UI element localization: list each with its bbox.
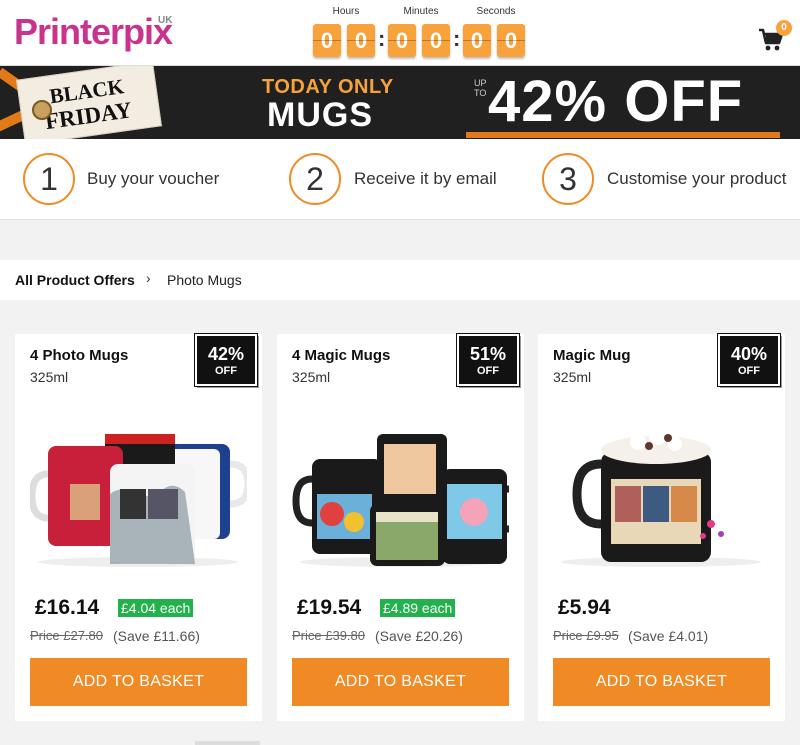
chevron-right-icon: › xyxy=(146,270,151,286)
discount-off-label: OFF xyxy=(738,365,760,377)
seconds-digit-2: 0 xyxy=(497,24,525,57)
banner-accent-bar xyxy=(466,132,780,138)
minutes-digit-1: 0 xyxy=(388,24,416,57)
timer-separator: : xyxy=(453,26,461,51)
step-number: 1 xyxy=(23,153,75,205)
printerpix-logo[interactable]: Printerpix UK xyxy=(14,12,184,52)
price-each-badge: £4.89 each xyxy=(380,599,456,617)
discount-percent: 42% xyxy=(207,344,245,364)
minutes-label: Minutes xyxy=(403,6,439,17)
logo-region: UK xyxy=(158,15,173,26)
product-card[interactable]: Magic Mug 325ml 40% OFF £5.94 Price £9.9… xyxy=(538,333,785,721)
seconds-label: Seconds xyxy=(476,6,516,17)
site-header: Printerpix UK Hours Minutes Seconds 0 0 … xyxy=(0,0,800,66)
minutes-digit-2: 0 xyxy=(422,24,450,57)
product-image[interactable] xyxy=(292,424,509,569)
next-row-edge xyxy=(195,741,260,745)
cart-count-badge: 0 xyxy=(776,20,792,36)
product-price: £16.14 xyxy=(35,596,100,619)
product-size: 325ml xyxy=(30,369,69,385)
how-it-works-steps: 1 Buy your voucher 2 Receive it by email… xyxy=(0,139,800,220)
product-card[interactable]: 4 Magic Mugs 325ml 51% OFF £19.54 £4.89 … xyxy=(277,333,524,721)
timer-separator: : xyxy=(378,26,386,51)
savings-text: (Save £20.26) xyxy=(375,628,463,644)
discount-badge: 51% OFF xyxy=(456,333,520,387)
price-each-badge: £4.04 each xyxy=(118,599,194,617)
step-number: 2 xyxy=(289,153,341,205)
breadcrumb: All Product Offers › Photo Mugs xyxy=(0,260,800,300)
breadcrumb-current: Photo Mugs xyxy=(167,272,242,288)
add-to-basket-button[interactable]: ADD TO BASKET xyxy=(553,658,770,706)
product-title[interactable]: 4 Photo Mugs xyxy=(30,347,128,364)
discount-off-label: OFF xyxy=(477,365,499,377)
step-text: Receive it by email xyxy=(354,169,497,188)
black-friday-banner[interactable]: BLACK FRIDAY TODAY ONLY MUGS UP TO 42% OF… xyxy=(0,66,800,139)
logo-wordmark: Printerpix xyxy=(14,11,173,52)
add-to-basket-button[interactable]: ADD TO BASKET xyxy=(30,658,247,706)
step-text: Buy your voucher xyxy=(87,169,220,188)
step-number: 3 xyxy=(542,153,594,205)
original-price: Price £27.80 xyxy=(30,628,103,643)
countdown-timer: Hours Minutes Seconds 0 0 : 0 0 : 0 0 xyxy=(310,4,530,57)
banner-product: MUGS xyxy=(267,96,373,134)
original-price: Price £39.80 xyxy=(292,628,365,643)
ribbon-knot xyxy=(32,100,52,120)
product-image[interactable] xyxy=(553,424,770,569)
product-price: £19.54 xyxy=(297,596,362,619)
discount-off-label: OFF xyxy=(215,365,237,377)
savings-text: (Save £11.66) xyxy=(113,628,200,644)
seconds-digit-1: 0 xyxy=(463,24,491,57)
hours-digit-2: 0 xyxy=(347,24,375,57)
discount-percent: 40% xyxy=(730,344,768,364)
banner-discount: 42% OFF xyxy=(488,69,744,134)
product-size: 325ml xyxy=(553,369,592,385)
breadcrumb-link-all-offers[interactable]: All Product Offers xyxy=(15,272,135,288)
savings-text: (Save £4.01) xyxy=(628,628,709,644)
banner-up-to: UP TO xyxy=(474,78,487,98)
product-card[interactable]: 4 Photo Mugs 325ml 42% OFF £16.14 £4.04 … xyxy=(15,333,262,721)
hours-digit-1: 0 xyxy=(313,24,341,57)
discount-badge: 42% OFF xyxy=(194,333,258,387)
original-price: Price £9.95 xyxy=(553,628,619,643)
add-to-basket-button[interactable]: ADD TO BASKET xyxy=(292,658,509,706)
product-size: 325ml xyxy=(292,369,331,385)
product-price: £5.94 xyxy=(558,596,611,619)
discount-badge: 40% OFF xyxy=(717,333,781,387)
product-image[interactable] xyxy=(30,424,247,569)
cart-button[interactable]: 0 xyxy=(758,20,792,52)
discount-percent: 51% xyxy=(469,344,507,364)
hours-label: Hours xyxy=(332,6,360,17)
product-title[interactable]: 4 Magic Mugs xyxy=(292,347,390,364)
step-text: Customise your product xyxy=(607,169,787,188)
product-title[interactable]: Magic Mug xyxy=(553,347,631,364)
